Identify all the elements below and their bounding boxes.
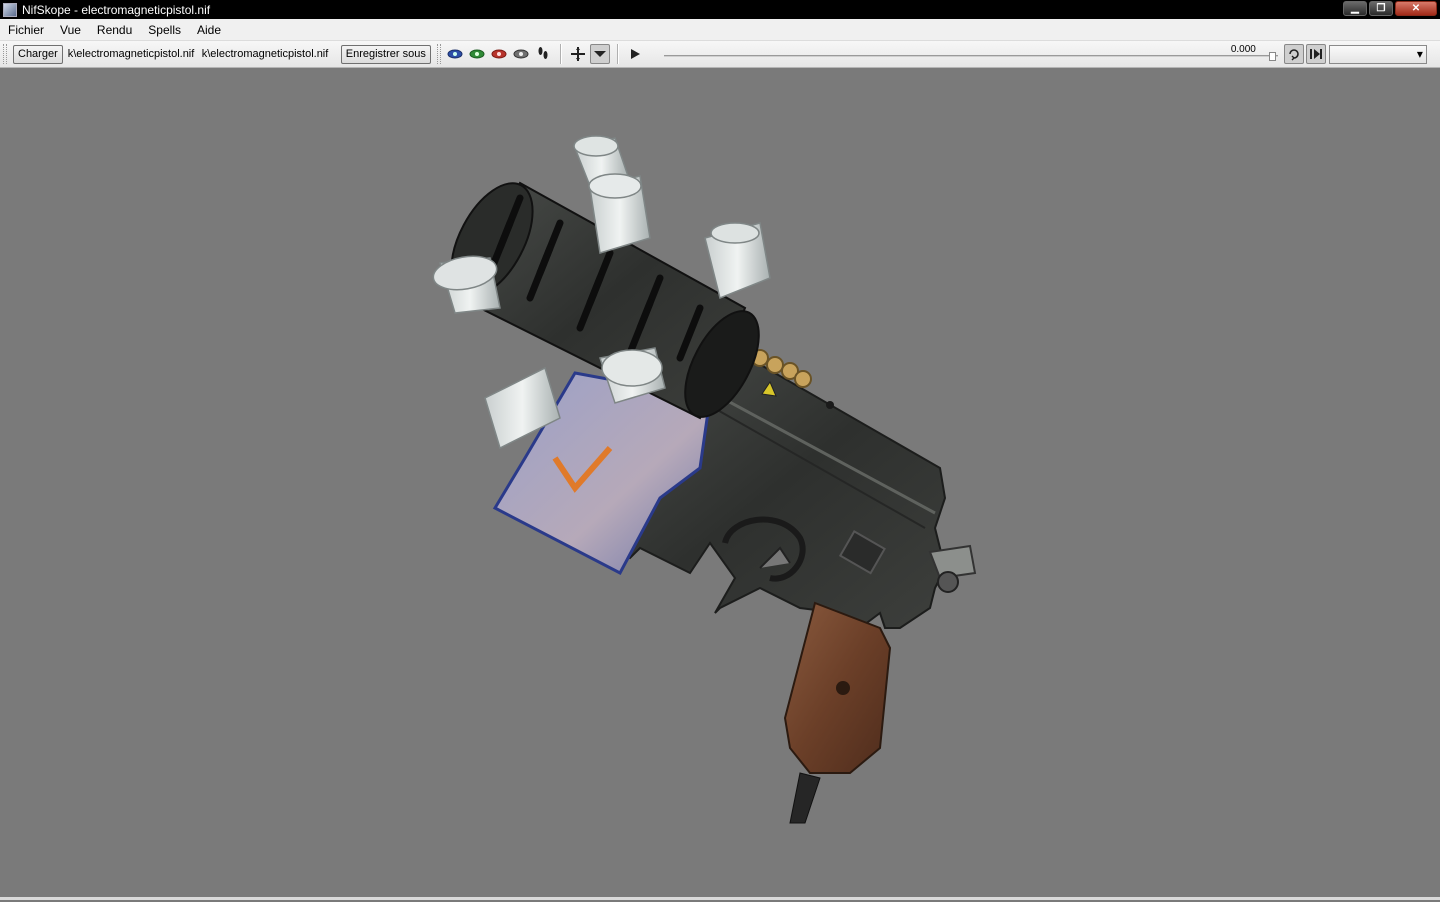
time-value: 0.000 bbox=[1230, 44, 1256, 55]
close-button[interactable]: ✕ bbox=[1395, 1, 1437, 16]
move-axis-icon[interactable] bbox=[568, 44, 588, 64]
eye-red-icon[interactable] bbox=[489, 44, 509, 64]
restore-button[interactable]: ❐ bbox=[1369, 1, 1393, 16]
menu-aide[interactable]: Aide bbox=[189, 19, 229, 41]
dropdown-arrow-icon[interactable] bbox=[589, 44, 610, 64]
menu-rendu[interactable]: Rendu bbox=[89, 19, 140, 41]
animation-sequence-select[interactable] bbox=[1328, 44, 1427, 64]
loop-icon[interactable] bbox=[1283, 44, 1304, 64]
eye-green-icon[interactable] bbox=[467, 44, 487, 64]
menu-spells[interactable]: Spells bbox=[140, 19, 189, 41]
menu-fichier[interactable]: Fichier bbox=[0, 19, 52, 41]
menu-bar: Fichier Vue Rendu Spells Aide bbox=[0, 19, 1440, 41]
window-controls: ▁ ❐ ✕ bbox=[1343, 1, 1437, 16]
eye-blue-icon[interactable] bbox=[445, 44, 465, 64]
eye-gray-icon[interactable] bbox=[511, 44, 531, 64]
main-toolbar: Charger k\electromagneticpistol.nif k\el… bbox=[0, 41, 1440, 68]
window-title: NifSkope - electromagneticpistol.nif bbox=[22, 2, 211, 17]
menu-vue[interactable]: Vue bbox=[52, 19, 89, 41]
electromagnetic-pistol-model bbox=[432, 135, 977, 824]
toolbar-grip-2[interactable] bbox=[436, 44, 441, 64]
save-path-field[interactable]: k\electromagneticpistol.nif bbox=[200, 45, 338, 64]
animation-timeline-slider[interactable]: 0.000 bbox=[663, 44, 1278, 64]
step-icon[interactable] bbox=[1305, 44, 1326, 64]
toolbar-separator bbox=[559, 44, 561, 64]
timeline-track bbox=[663, 55, 1278, 57]
timeline-thumb[interactable] bbox=[1268, 52, 1276, 61]
footprints-icon[interactable] bbox=[533, 44, 553, 64]
title-bar: NifSkope - electromagneticpistol.nif ▁ ❐… bbox=[0, 0, 1440, 19]
minimize-button[interactable]: ▁ bbox=[1343, 1, 1367, 16]
nifskope-app-icon bbox=[3, 2, 17, 17]
render-viewport[interactable] bbox=[0, 68, 1440, 897]
load-path-field[interactable]: k\electromagneticpistol.nif bbox=[66, 45, 200, 64]
toolbar-grip[interactable] bbox=[3, 44, 7, 64]
load-button[interactable]: Charger bbox=[13, 44, 63, 64]
play-icon[interactable] bbox=[625, 44, 645, 64]
save-as-button[interactable]: Enregistrer sous bbox=[340, 44, 431, 64]
toolbar-separator bbox=[616, 44, 618, 64]
